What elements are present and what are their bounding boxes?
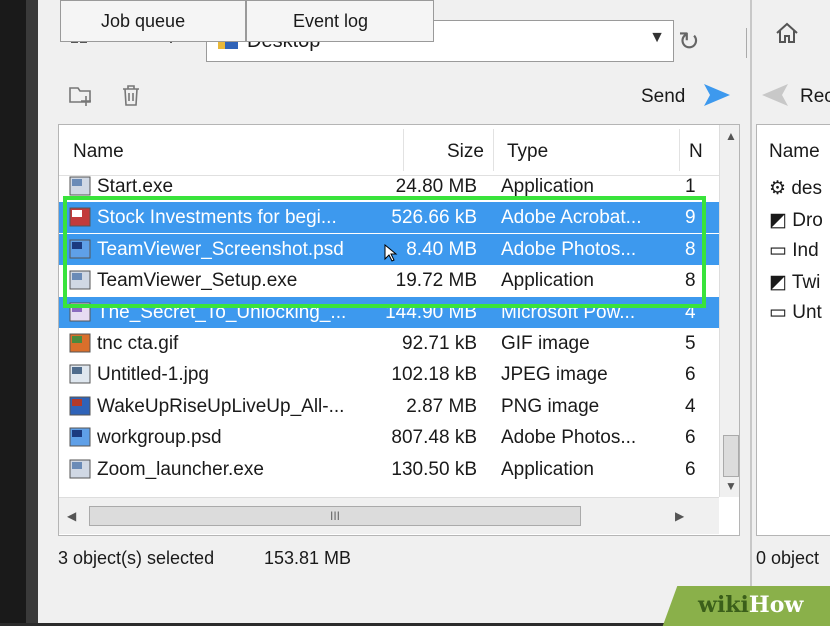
horizontal-scrollbar[interactable]: ◀ III ▶ [59, 497, 719, 534]
trash-icon[interactable] [118, 82, 144, 108]
column-divider [493, 129, 494, 171]
cell-type: Application [501, 458, 594, 480]
remote-file-list: Name ⚙ des ◩ Dro ▭ Ind ◩ Twi ▭ Unt [756, 124, 830, 536]
cell-name: WakeUpRiseUpLiveUp_All-... [97, 395, 345, 417]
png-icon [69, 396, 91, 416]
list-item-label: Twi [791, 272, 821, 293]
cell-type: PNG image [501, 395, 600, 417]
table-row[interactable]: WakeUpRiseUpLiveUp_All-... 2.87 MB PNG ima… [59, 391, 719, 422]
column-header-name[interactable]: Name [73, 141, 124, 163]
cell-extra: 4 [685, 395, 696, 417]
list-item[interactable]: ◩ Dro [769, 209, 823, 232]
vertical-scrollbar[interactable]: ▲ ▼ [719, 125, 739, 497]
column-divider [679, 129, 680, 171]
column-header-size[interactable]: Size [447, 141, 484, 163]
cell-type: JPEG image [501, 364, 608, 386]
list-item[interactable]: ▭ Ind [769, 239, 819, 262]
table-row[interactable]: tnc cta.gif 92.71 kB GIF image 5 [59, 328, 719, 359]
exe-icon [69, 459, 91, 479]
column-header-type[interactable]: Type [507, 141, 548, 163]
list-item[interactable]: ⚙ des [769, 177, 822, 200]
window-edge [0, 0, 38, 623]
watermark-logo: wikiHow [698, 592, 804, 618]
cell-size: 130.50 kB [391, 458, 477, 480]
divider [746, 28, 747, 58]
tab-label: Event log [293, 11, 369, 31]
cell-name: workgroup.psd [97, 427, 222, 449]
list-item[interactable]: ▭ Unt [769, 301, 822, 324]
cell-extra: 5 [685, 333, 696, 354]
remote-pane: Rec Name ⚙ des ◩ Dro ▭ Ind ◩ Twi ▭ Unt 0… [752, 0, 830, 623]
column-header-name[interactable]: Name [769, 141, 820, 163]
scroll-thumb[interactable] [723, 435, 739, 477]
table-row[interactable]: Zoom_launcher.exe 130.50 kB Application 6 [59, 454, 719, 485]
list-item[interactable]: ◩ Twi [769, 271, 820, 294]
scroll-down-icon[interactable]: ▼ [725, 479, 737, 493]
list-item-label: Dro [792, 210, 823, 231]
cell-name: Untitled-1.jpg [97, 364, 209, 386]
chevron-down-icon[interactable]: ▼ [649, 29, 665, 47]
cell-size: 807.48 kB [391, 427, 477, 449]
local-pane: Desktop ▼ ↻ Send Name Size Type N Start.… [38, 0, 750, 623]
tab-event-log[interactable]: Event log [246, 0, 434, 42]
gif-icon [69, 333, 91, 353]
file-list: Name Size Type N Start.exe 24.80 MB Applic… [58, 124, 740, 536]
psd-icon [69, 427, 91, 447]
scroll-left-icon[interactable]: ◀ [67, 509, 76, 523]
cell-type: Application [501, 176, 594, 197]
table-row[interactable]: Untitled-1.jpg 102.18 kB JPEG image 6 [59, 359, 719, 390]
selection-size: 153.81 MB [264, 548, 352, 568]
new-folder-icon[interactable] [68, 82, 94, 108]
cell-type: Adobe Photos... [501, 427, 637, 449]
selection-count: 3 object(s) selected [58, 548, 215, 568]
scroll-right-icon[interactable]: ▶ [675, 509, 684, 523]
cell-size: 102.18 kB [391, 364, 477, 386]
receive-arrow-icon[interactable] [760, 82, 790, 108]
tab-label: Job queue [101, 11, 186, 31]
cell-size: 24.80 MB [395, 176, 477, 197]
refresh-icon[interactable]: ↻ [678, 26, 700, 57]
cell-name: Zoom_launcher.exe [97, 458, 264, 480]
jpg-icon [69, 364, 91, 384]
scroll-thumb-horizontal[interactable]: III [89, 506, 581, 526]
cell-extra: 1 [685, 176, 696, 197]
mouse-cursor-icon [384, 244, 398, 262]
cell-type: GIF image [501, 333, 590, 354]
scroll-up-icon[interactable]: ▲ [725, 129, 737, 143]
tab-job-queue[interactable]: Job queue [60, 0, 246, 42]
home-icon[interactable] [774, 20, 800, 53]
cell-name: Start.exe [97, 176, 174, 197]
cell-size: 92.71 kB [402, 333, 477, 354]
receive-button[interactable]: Rec [800, 86, 830, 108]
cell-extra: 6 [685, 458, 696, 480]
send-button[interactable]: Send [641, 86, 685, 108]
window-edge-bar [26, 0, 38, 623]
column-header-more[interactable]: N [689, 141, 703, 163]
column-divider [403, 129, 404, 171]
send-arrow-icon[interactable] [702, 82, 732, 108]
remote-status: 0 object [756, 548, 820, 568]
list-item-label: des [791, 178, 822, 199]
exe-icon [69, 176, 91, 196]
cell-name: tnc cta.gif [97, 333, 179, 354]
list-item-label: Unt [792, 302, 822, 323]
cell-extra: 6 [685, 364, 696, 386]
list-item-label: Ind [792, 240, 819, 261]
table-row[interactable]: workgroup.psd 807.48 kB Adobe Photos... 6 [59, 422, 719, 453]
cell-extra: 6 [685, 427, 696, 449]
column-headers: Name Size Type N [59, 125, 739, 176]
cell-size: 2.87 MB [406, 395, 477, 417]
